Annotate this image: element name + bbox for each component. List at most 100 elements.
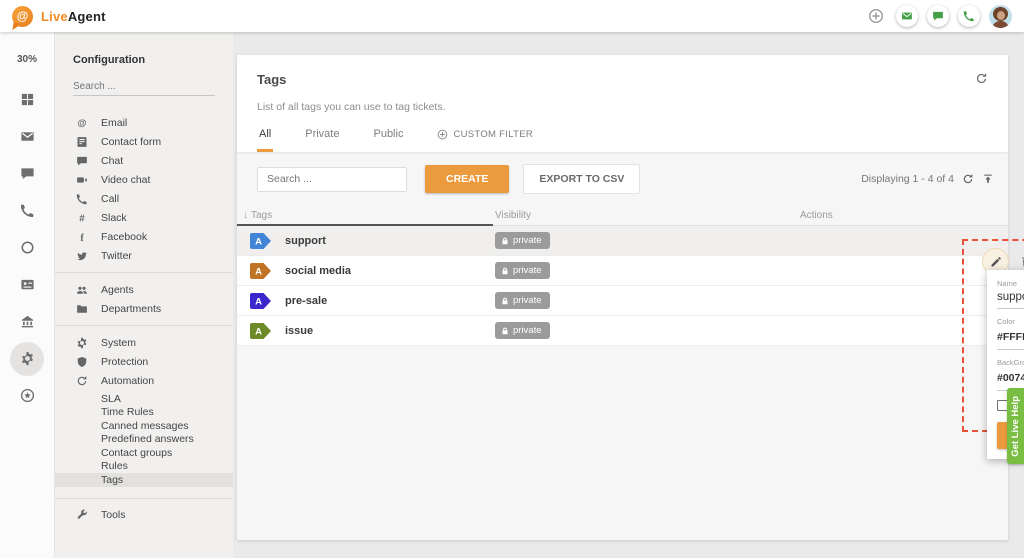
sidebar-item-slack[interactable]: Slack xyxy=(55,208,233,227)
create-button[interactable]: CREATE xyxy=(425,165,509,193)
form-icon xyxy=(76,136,88,148)
usage-percent: 30% xyxy=(17,54,37,65)
sidebar-subitem-time-rules[interactable]: Time Rules xyxy=(55,406,233,420)
sidebar-item-contact-form[interactable]: Contact form xyxy=(55,132,233,151)
add-new-button[interactable] xyxy=(865,5,887,27)
main-content: Tags List of all tags you can use to tag… xyxy=(233,32,1024,558)
sidebar-item-twitter[interactable]: Twitter xyxy=(55,246,233,265)
sidebar-item-label: Call xyxy=(101,193,119,205)
column-actions: Actions xyxy=(800,210,1008,221)
video-icon xyxy=(76,174,88,186)
sidebar-search-input[interactable] xyxy=(73,78,215,96)
get-live-help-tab[interactable]: Get Live Help xyxy=(1007,388,1024,464)
sidebar-menu: Email Contact form Chat Video chat Call Slack… xyxy=(55,106,233,532)
table-row[interactable]: A issue private xyxy=(237,316,1008,346)
sidebar-item-video-chat[interactable]: Video chat xyxy=(55,170,233,189)
dashboard-icon xyxy=(20,92,35,107)
rail-item-dashboard[interactable] xyxy=(10,83,44,117)
user-avatar[interactable] xyxy=(989,5,1012,28)
sidebar-item-system[interactable]: System xyxy=(55,333,233,352)
sort-underline xyxy=(237,224,493,226)
sidebar-item-protection[interactable]: Protection xyxy=(55,352,233,371)
chat-icon xyxy=(76,155,88,167)
sidebar-item-call[interactable]: Call xyxy=(55,189,233,208)
phone-icon xyxy=(76,193,88,205)
sidebar-subitem-predefined-answers[interactable]: Predefined answers xyxy=(55,433,233,447)
email-icon xyxy=(901,10,913,22)
sidebar-item-tools[interactable]: Tools xyxy=(55,506,233,525)
svg-text:A: A xyxy=(255,236,262,247)
sidebar-item-label: Protection xyxy=(101,356,148,368)
email-status-button[interactable] xyxy=(896,5,918,27)
rail-item-call[interactable] xyxy=(10,194,44,228)
column-visibility[interactable]: Visibility xyxy=(495,210,800,221)
refresh-icon[interactable] xyxy=(962,173,974,185)
background-color-field[interactable]: #0074D7 xyxy=(997,372,1024,384)
app-body: 30% Configuration Email Contact form Chat V… xyxy=(0,32,1024,558)
table-row[interactable]: A social media private xyxy=(237,256,1008,286)
table-row[interactable]: A pre-sale private xyxy=(237,286,1008,316)
sidebar-item-label: Departments xyxy=(101,303,161,315)
name-label: Name xyxy=(997,279,1024,288)
tags-table: A support private A social media private xyxy=(237,226,1008,346)
table-row[interactable]: A support private xyxy=(237,226,1008,256)
sidebar-subitem-contact-groups[interactable]: Contact groups xyxy=(55,446,233,460)
liveagent-app: @ LiveAgent 30% Configuration xyxy=(0,0,1024,558)
rail-item-settings[interactable] xyxy=(10,342,44,376)
at-icon xyxy=(76,117,88,129)
sidebar-item-label: Twitter xyxy=(101,250,132,262)
sidebar-item-label: Chat xyxy=(101,155,123,167)
email-icon xyxy=(20,129,35,144)
folder-icon xyxy=(76,303,88,315)
call-status-button[interactable] xyxy=(958,5,980,27)
color-label: Color xyxy=(997,317,1024,326)
tag-name: issue xyxy=(285,325,313,337)
tab-all[interactable]: All xyxy=(257,128,273,152)
table-empty-space xyxy=(237,346,1008,540)
visibility-badge: private xyxy=(495,292,550,309)
sidebar-item-email[interactable]: Email xyxy=(55,113,233,132)
rail-item-history[interactable] xyxy=(10,231,44,265)
logo-bubble-icon: @ xyxy=(12,6,33,27)
sidebar-item-label: Slack xyxy=(101,212,127,224)
lock-icon xyxy=(501,237,509,245)
sidebar-item-label: System xyxy=(101,337,136,349)
tab-custom-filter[interactable]: CUSTOM FILTER xyxy=(435,129,535,152)
toolbar: CREATE EXPORT TO CSV Displaying 1 - 4 of… xyxy=(237,152,1008,205)
scroll-top-icon[interactable] xyxy=(982,173,994,185)
sidebar-subitem-sla[interactable]: SLA xyxy=(55,392,233,406)
sidebar-subitem-rules[interactable]: Rules xyxy=(55,460,233,474)
refresh-button[interactable] xyxy=(975,72,988,90)
rail-item-chat[interactable] xyxy=(10,157,44,191)
rail-item-email[interactable] xyxy=(10,120,44,154)
brand-text: LiveAgent xyxy=(41,9,106,24)
delete-tag-button[interactable] xyxy=(1020,255,1024,268)
rail-item-upgrade[interactable] xyxy=(10,379,44,413)
column-tags[interactable]: ↓Tags xyxy=(243,210,495,221)
tab-private[interactable]: Private xyxy=(303,128,341,152)
sidebar-item-label: Email xyxy=(101,117,127,129)
sidebar-item-departments[interactable]: Departments xyxy=(55,299,233,318)
color-field[interactable]: #FFFFFF xyxy=(997,331,1024,343)
people-icon xyxy=(76,284,88,296)
sidebar-item-label: Agents xyxy=(101,284,134,296)
sidebar-item-facebook[interactable]: Facebook xyxy=(55,227,233,246)
search-input[interactable] xyxy=(257,167,407,192)
chat-status-button[interactable] xyxy=(927,5,949,27)
sidebar-subitem-canned-messages[interactable]: Canned messages xyxy=(55,419,233,433)
sidebar-item-chat[interactable]: Chat xyxy=(55,151,233,170)
name-field[interactable]: support xyxy=(997,291,1024,309)
tab-public[interactable]: Public xyxy=(371,128,405,152)
sidebar-subitem-tags[interactable]: Tags xyxy=(55,473,233,487)
sidebar-title: Configuration xyxy=(73,54,233,66)
liveagent-logo[interactable]: @ LiveAgent xyxy=(12,6,106,27)
page-subtitle: List of all tags you can use to tag tick… xyxy=(257,101,988,113)
rail-item-contacts[interactable] xyxy=(10,268,44,302)
tag-icon: A xyxy=(249,232,273,250)
sidebar-item-label: Video chat xyxy=(101,174,150,186)
sidebar-item-automation[interactable]: Automation xyxy=(55,371,233,390)
sidebar-search xyxy=(73,78,215,96)
export-csv-button[interactable]: EXPORT TO CSV xyxy=(523,164,640,194)
sidebar-item-agents[interactable]: Agents xyxy=(55,280,233,299)
rail-item-billing[interactable] xyxy=(10,305,44,339)
